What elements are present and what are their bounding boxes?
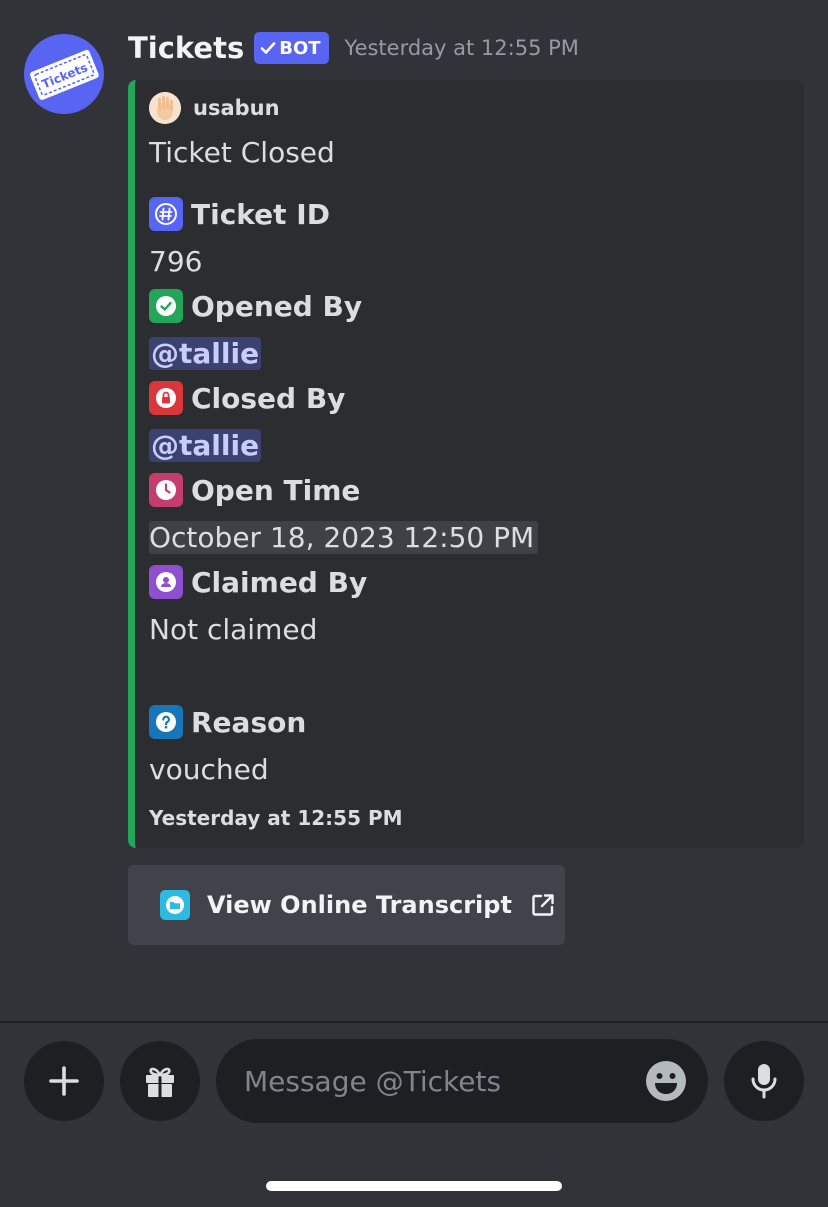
field-value-opened-by: @tallie — [149, 334, 262, 374]
field-label: Reason — [191, 705, 307, 739]
smiley-icon — [646, 1061, 686, 1101]
author-avatar — [149, 92, 181, 124]
field-name-reason: Reason — [149, 702, 306, 742]
field-label: Ticket ID — [191, 197, 330, 231]
field-name-opened-by: Opened By — [149, 286, 362, 326]
bot-tag: BOT — [254, 32, 329, 64]
field-name-closed-by: Closed By — [149, 378, 345, 418]
emoji-button[interactable] — [644, 1059, 688, 1107]
clock-icon — [149, 473, 183, 507]
bot-avatar[interactable]: Tickets — [24, 34, 104, 114]
field-name-claimed-by: Claimed By — [149, 562, 367, 602]
field-value-open-time: October 18, 2023 12:50 PM — [149, 518, 539, 558]
check-icon — [149, 289, 183, 323]
field-label: Opened By — [191, 289, 363, 323]
embed-title: Ticket Closed — [149, 136, 335, 169]
embed-author: usabun — [149, 92, 280, 124]
ticket-embed: usabun Ticket Closed Ticket ID 796 Opene… — [128, 80, 804, 848]
field-name-open-time: Open Time — [149, 470, 360, 510]
user-mention[interactable]: @tallie — [149, 429, 262, 462]
embed-author-name[interactable]: usabun — [193, 96, 280, 120]
microphone-icon — [751, 1064, 777, 1099]
message-header: Tickets BOT Yesterday at 12:55 PM — [128, 28, 579, 68]
field-label: Claimed By — [191, 565, 368, 599]
voice-message-button[interactable] — [724, 1041, 804, 1121]
view-transcript-button[interactable]: View Online Transcript — [128, 865, 565, 945]
field-value-ticket-id: 796 — [149, 245, 203, 278]
field-label: Closed By — [191, 381, 346, 415]
user-icon — [149, 565, 183, 599]
view-transcript-label: View Online Transcript — [207, 891, 512, 919]
message-timestamp: Yesterday at 12:55 PM — [344, 36, 579, 60]
field-label: Open Time — [191, 473, 361, 507]
question-icon — [149, 705, 183, 739]
external-link-icon — [530, 892, 556, 918]
field-name-ticket-id: Ticket ID — [149, 194, 330, 234]
add-attachment-button[interactable] — [24, 1041, 104, 1121]
gift-icon — [146, 1067, 174, 1097]
embed-footer-timestamp: Yesterday at 12:55 PM — [149, 806, 403, 830]
field-value-claimed-by: Not claimed — [149, 613, 318, 646]
user-mention[interactable]: @tallie — [149, 337, 262, 370]
plus-icon — [49, 1066, 79, 1096]
verified-check-icon — [260, 42, 276, 54]
field-value-closed-by: @tallie — [149, 426, 262, 466]
message-input[interactable] — [244, 1064, 624, 1098]
folder-icon — [160, 890, 190, 920]
lock-icon — [149, 381, 183, 415]
bot-tag-label: BOT — [279, 37, 321, 59]
message-input-container — [216, 1039, 708, 1123]
message-composer — [0, 1023, 828, 1207]
field-value-reason: vouched — [149, 753, 269, 786]
timestamp-value[interactable]: October 18, 2023 12:50 PM — [149, 521, 539, 554]
message-author[interactable]: Tickets — [128, 31, 244, 65]
home-indicator[interactable] — [266, 1181, 562, 1191]
hash-icon — [149, 197, 183, 231]
gift-button[interactable] — [120, 1041, 200, 1121]
